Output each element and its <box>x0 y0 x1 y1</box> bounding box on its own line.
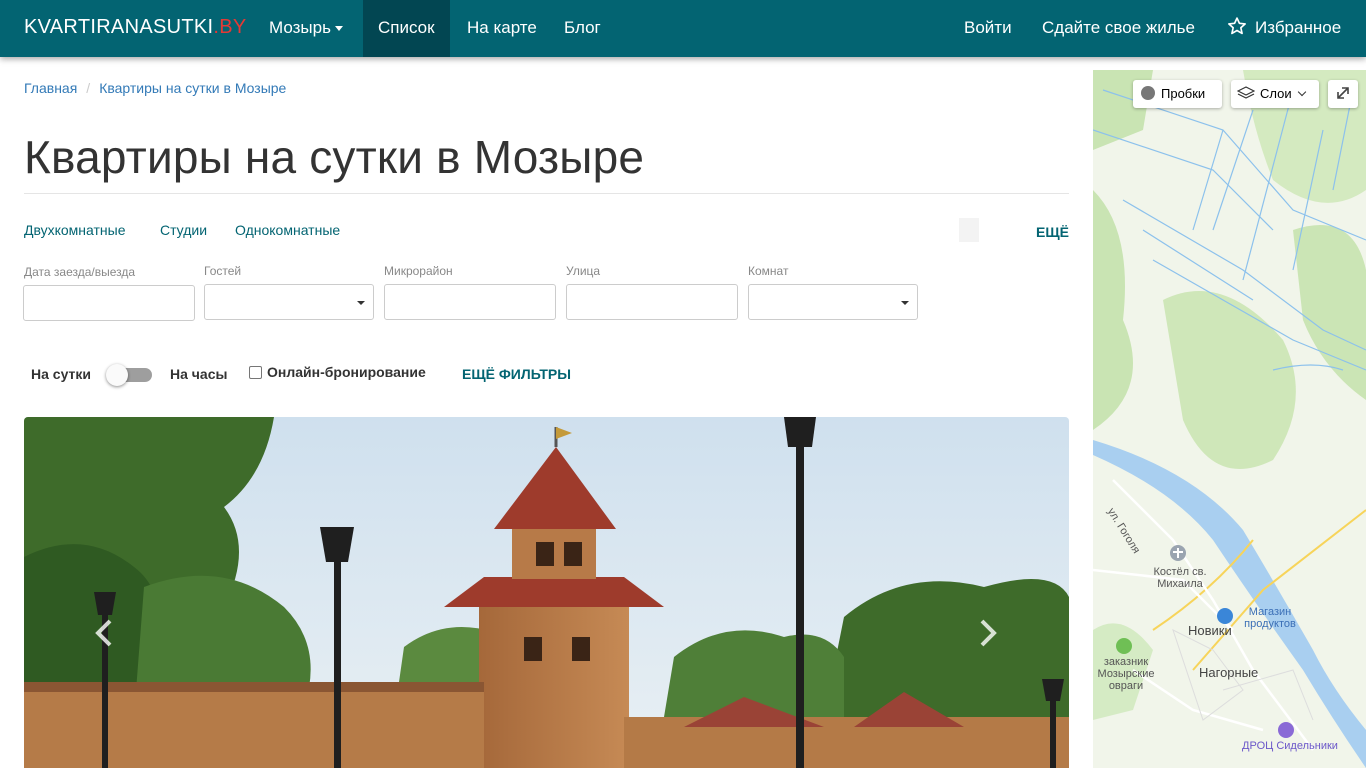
site-logo[interactable]: KVARTIRANASUTKI.BY <box>24 16 247 39</box>
dates-input[interactable] <box>23 285 195 321</box>
online-booking-checkbox[interactable] <box>249 366 262 379</box>
district-label: Микрорайон <box>384 264 453 278</box>
expand-icon <box>1337 87 1349 99</box>
more-links-button[interactable]: ЕЩЁ <box>1036 224 1069 240</box>
rooms-select[interactable] <box>748 284 918 320</box>
placeholder-box <box>959 218 979 242</box>
quick-link-two-room[interactable]: Двухкомнатные <box>24 222 126 238</box>
chevron-left-icon[interactable] <box>90 613 120 653</box>
district-input[interactable] <box>384 284 556 320</box>
breadcrumb-home[interactable]: Главная <box>24 80 77 96</box>
more-filters-button[interactable]: ЕЩЁ ФИЛЬТРЫ <box>462 366 571 382</box>
title-divider <box>24 193 1069 194</box>
nav-blog-label: Блог <box>564 18 601 37</box>
quick-link-studios[interactable]: Студии <box>160 222 207 238</box>
nav-list[interactable]: Список <box>363 0 450 57</box>
login-label: Войти <box>964 18 1012 37</box>
favorites-label: Избранное <box>1255 18 1342 37</box>
breadcrumb-separator: / <box>86 80 91 96</box>
nav-list-label: Список <box>378 18 435 37</box>
city-label: Мозырь <box>269 18 331 37</box>
layers-button[interactable]: Слои <box>1231 80 1319 108</box>
layers-label: Слои <box>1260 86 1292 101</box>
layers-icon <box>1236 86 1256 99</box>
map-label-church: Костёл св. Михаила <box>1153 566 1207 590</box>
breadcrumb-current[interactable]: Квартиры на сутки в Мозыре <box>99 80 286 96</box>
nav-map-label: На карте <box>467 18 537 37</box>
toggle-knob <box>106 364 128 386</box>
favorites-link[interactable]: Избранное <box>1212 0 1356 57</box>
fullscreen-button[interactable] <box>1328 80 1358 108</box>
login-link[interactable]: Войти <box>949 0 1027 57</box>
street-label: Улица <box>566 264 601 278</box>
map-label-shop: Магазин продуктов <box>1244 606 1296 630</box>
listing-panel: Главная / Квартиры на сутки в Мозыре Кварт… <box>0 57 1093 768</box>
rent-out-label: Сдайте свое жилье <box>1042 18 1195 37</box>
nav-blog[interactable]: Блог <box>549 0 616 57</box>
online-booking-label[interactable]: Онлайн-бронирование <box>267 364 426 380</box>
map-label-novik: Новики <box>1188 623 1232 638</box>
dates-label: Дата заезда/выезда <box>24 265 136 279</box>
caret-down-icon <box>334 26 343 32</box>
rent-out-link[interactable]: Сдайте свое жилье <box>1027 0 1210 57</box>
map-panel[interactable]: Пробки Слои ул. Гоголя Костёл св. Михаил… <box>1093 70 1366 768</box>
star-icon <box>1228 17 1246 35</box>
map-label-nagornye: Нагорные <box>1199 665 1259 680</box>
photo-carousel[interactable] <box>24 417 1069 768</box>
per-day-label: На сутки <box>31 366 91 382</box>
castle-photo <box>24 417 1069 768</box>
breadcrumb: Главная / Квартиры на сутки в Мозыре <box>24 80 286 96</box>
guests-select[interactable] <box>204 284 374 320</box>
street-input[interactable] <box>566 284 738 320</box>
nav-map[interactable]: На карте <box>452 0 552 57</box>
page-title: Квартиры на сутки в Мозыре <box>24 131 645 183</box>
per-hour-label: На часы <box>170 366 228 382</box>
city-dropdown[interactable]: Мозырь <box>254 0 358 57</box>
map-label-reserve: заказник Мозырские овраги <box>1097 656 1155 692</box>
day-hour-toggle[interactable] <box>106 363 152 387</box>
brand-tld: .BY <box>213 16 247 38</box>
traffic-button[interactable]: Пробки <box>1133 80 1222 108</box>
traffic-label: Пробки <box>1161 86 1206 101</box>
map-label-droc: ДРОЦ Сидельники <box>1242 740 1338 752</box>
brand-name: KVARTIRANASUTKI <box>24 16 214 38</box>
chevron-right-icon[interactable] <box>972 613 1002 653</box>
rooms-label: Комнат <box>748 264 789 278</box>
top-navbar: KVARTIRANASUTKI.BY Мозырь Список На карт… <box>0 0 1366 57</box>
guests-label: Гостей <box>204 264 242 278</box>
chevron-down-icon <box>1298 87 1307 97</box>
quick-link-one-room[interactable]: Однокомнатные <box>235 222 340 238</box>
traffic-icon <box>1141 86 1155 100</box>
